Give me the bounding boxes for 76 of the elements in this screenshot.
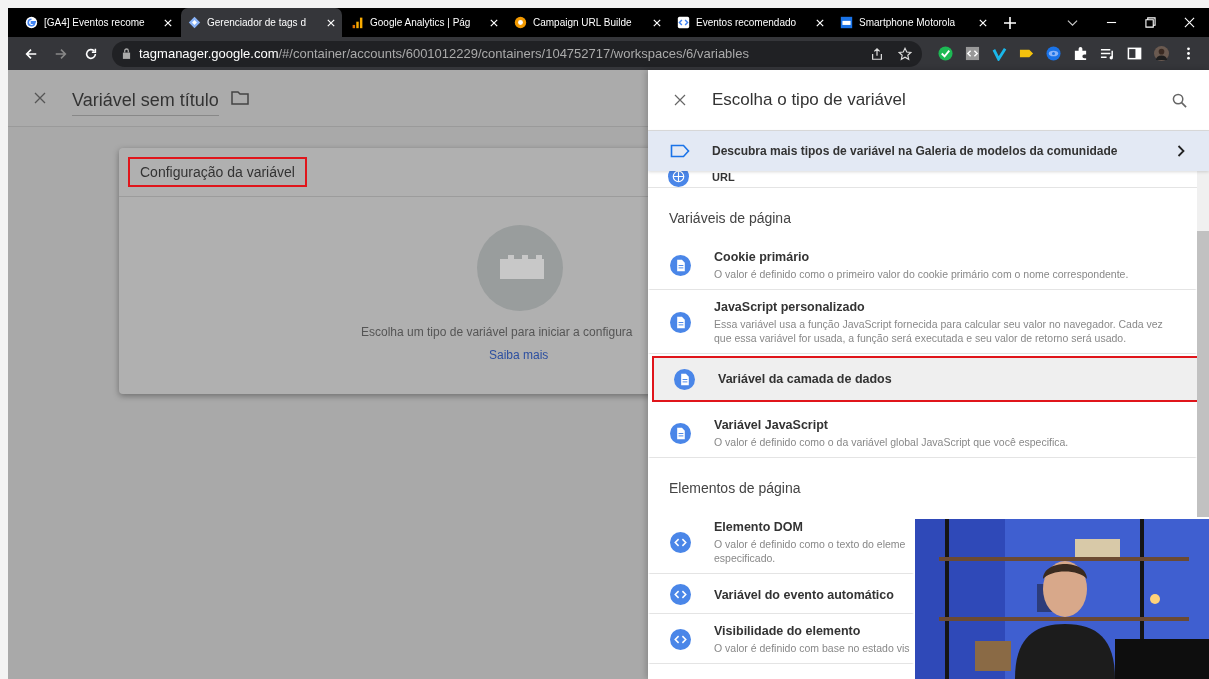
share-icon[interactable] bbox=[870, 46, 884, 61]
tab-title: Google Analytics | Pág bbox=[370, 17, 472, 28]
tab-title: Eventos recomendado bbox=[696, 17, 798, 28]
gallery-banner[interactable]: Descubra mais tipos de variável na Galeria de modelos da comunidade bbox=[648, 131, 1209, 171]
side-panel-icon[interactable] bbox=[1127, 46, 1142, 61]
variable-type-item[interactable]: Visibilidade do elemento O valor é definido com base no estado vis bbox=[648, 614, 914, 664]
back-icon[interactable] bbox=[24, 46, 38, 61]
item-title: JavaScript personalizado bbox=[714, 300, 866, 314]
new-tab-icon[interactable] bbox=[1004, 16, 1016, 29]
item-title: Cookie primário bbox=[714, 250, 811, 264]
star-icon[interactable] bbox=[898, 46, 912, 61]
item-title: Visibilidade do elemento bbox=[714, 624, 862, 638]
code-icon bbox=[670, 584, 691, 605]
restore-icon[interactable] bbox=[1145, 17, 1156, 28]
item-title[interactable]: URL bbox=[712, 171, 735, 187]
forward-icon[interactable] bbox=[54, 46, 68, 61]
item-description: O valor é definido como o texto do eleme especificado. bbox=[714, 537, 906, 565]
chevron-right-icon bbox=[1177, 145, 1185, 157]
eye-icon[interactable] bbox=[1046, 46, 1061, 61]
avatar-icon[interactable] bbox=[1154, 46, 1169, 61]
item-title: Variável da camada de dados bbox=[718, 372, 893, 386]
code-icon[interactable] bbox=[965, 46, 980, 61]
scrollbar[interactable] bbox=[1197, 171, 1209, 517]
check-icon[interactable] bbox=[938, 46, 953, 61]
item-title: Variável do evento automático bbox=[714, 587, 894, 602]
folder-icon[interactable] bbox=[230, 91, 249, 105]
document-icon bbox=[670, 423, 691, 444]
section-heading: Variáveis de página bbox=[668, 209, 792, 228]
variable-type-item[interactable]: Variável JavaScript O valor é definido como o da variável global JavaScript que você especifica. bbox=[648, 408, 1197, 458]
search-icon[interactable] bbox=[1172, 92, 1187, 108]
variable-name-field[interactable]: Variável sem título bbox=[72, 86, 219, 116]
reload-icon[interactable] bbox=[84, 46, 98, 61]
item-title: Elemento DOM bbox=[714, 520, 804, 534]
code-icon bbox=[670, 629, 691, 650]
puzzle-icon[interactable] bbox=[1073, 46, 1088, 61]
browser-tab[interactable]: Campaign URL Builde bbox=[507, 8, 668, 37]
item-description: O valor é definido como o primeiro valor do cookie primário com o nome correspondente. bbox=[714, 267, 1130, 281]
browser-tab[interactable]: Eventos recomendado bbox=[670, 8, 831, 37]
tab-title: Gerenciador de tags d bbox=[207, 17, 307, 28]
code-icon bbox=[670, 532, 691, 553]
document-icon bbox=[670, 312, 691, 333]
browser-tab[interactable]: [GA4] Eventos recome bbox=[18, 8, 179, 37]
bar-chart-icon bbox=[351, 16, 364, 29]
address-field[interactable]: tagmanager.google.com/#/container/accounts/6001012229/containers/104752717/workspaces/6/variables bbox=[112, 40, 922, 67]
item-title: Variável JavaScript bbox=[714, 418, 829, 432]
card-title: Configuração da variável bbox=[128, 157, 307, 187]
browser-tab[interactable]: Google Analytics | Pág bbox=[344, 8, 505, 37]
empty-state-text: Escolha um tipo de variável para iniciar a configura bbox=[361, 325, 633, 339]
tab-title: Campaign URL Builde bbox=[533, 17, 633, 28]
variable-type-item[interactable]: Elemento DOM O valor é definido como o texto do eleme especificado. bbox=[648, 510, 914, 574]
learn-more-link[interactable]: Saiba mais bbox=[489, 348, 549, 362]
document-icon bbox=[674, 368, 695, 390]
logo-icon bbox=[840, 16, 853, 29]
g-logo-icon bbox=[25, 16, 38, 29]
variable-type-item[interactable]: Cookie primário O valor é definido como o primeiro valor do cookie primário com o nome correspondente. bbox=[648, 240, 1197, 290]
variable-type-item[interactable]: Variável do evento automático bbox=[648, 574, 914, 614]
document-icon bbox=[670, 255, 691, 276]
diamond-icon bbox=[188, 16, 201, 29]
panel-title: Escolha o tipo de variável bbox=[712, 90, 906, 110]
section-heading: Elementos de página bbox=[668, 479, 802, 498]
code-icon bbox=[677, 16, 690, 29]
label-icon bbox=[670, 144, 690, 158]
globe-icon bbox=[668, 171, 689, 187]
browser-tab[interactable]: Smartphone Motorola bbox=[833, 8, 994, 37]
variable-type-item[interactable]: Variável da camada de dados bbox=[652, 356, 1197, 402]
item-description: Essa variável usa a função JavaScript fornecida para calcular seu valor no navegador. Cada vez que essa variável for usada, a função será executada e seu valor de retorno será usado. bbox=[714, 317, 1164, 345]
item-description: O valor é definido como o da variável global JavaScript que você especifica. bbox=[714, 435, 1070, 449]
gear-icon bbox=[514, 16, 527, 29]
browser-tab[interactable]: Gerenciador de tags d bbox=[181, 8, 342, 37]
v-logo-icon[interactable] bbox=[992, 46, 1007, 61]
lock-icon bbox=[122, 48, 131, 59]
item-description: O valor é definido com base no estado vis bbox=[714, 641, 910, 655]
tab-title: [GA4] Eventos recome bbox=[44, 17, 146, 28]
playlist-icon[interactable] bbox=[1100, 46, 1115, 61]
tab-title: Smartphone Motorola bbox=[859, 17, 957, 28]
chevron-down-icon[interactable] bbox=[1067, 17, 1078, 28]
